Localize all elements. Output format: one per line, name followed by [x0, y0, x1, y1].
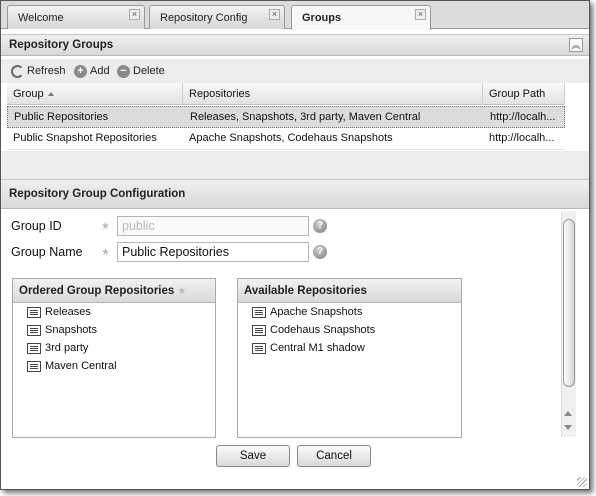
help-icon[interactable]: ? — [313, 219, 327, 233]
resize-grip-icon[interactable] — [577, 477, 587, 487]
collapse-icon[interactable]: ︽ — [569, 38, 583, 52]
list-item[interactable]: Central M1 shadow — [238, 339, 461, 357]
refresh-label: Refresh — [27, 65, 66, 77]
repository-icon — [27, 324, 41, 336]
column-label: Repositories — [189, 88, 251, 100]
grid-header: Group Repositories Group Path — [7, 83, 565, 105]
required-star-icon: ★ — [101, 247, 110, 258]
repository-icon — [27, 306, 41, 318]
group-name-input[interactable]: Public Repositories — [117, 242, 309, 262]
repository-groups-header: Repository Groups ︽ — [1, 34, 589, 56]
repository-icon — [252, 324, 266, 336]
group-name-label: Group Name — [11, 245, 83, 259]
groups-toolbar: Refresh + Add − Delete — [1, 59, 589, 83]
tab-label: Welcome — [18, 12, 64, 24]
list-item[interactable]: Codehaus Snapshots — [238, 321, 461, 339]
repository-icon — [252, 342, 266, 354]
cell-repositories: Apache Snapshots, Codehaus Snapshots — [189, 132, 393, 144]
repository-icon — [27, 360, 41, 372]
help-icon[interactable]: ? — [313, 245, 327, 259]
ordered-group-repositories[interactable]: Ordered Group Repositories ★ Releases Sna… — [12, 278, 216, 438]
panel-title: Repository Groups — [9, 39, 114, 51]
delete-icon: − — [117, 64, 130, 78]
tab-label: Groups — [302, 12, 342, 24]
delete-button[interactable]: − Delete — [117, 63, 165, 79]
vertical-scrollbar[interactable] — [561, 211, 576, 437]
available-repositories[interactable]: Available Repositories Apache Snapshots … — [237, 278, 462, 438]
list-item[interactable]: Releases — [13, 303, 215, 321]
list-item[interactable]: Snapshots — [13, 321, 215, 339]
available-list-header: Available Repositories — [238, 279, 461, 303]
cell-group: Public Repositories — [14, 111, 109, 123]
tab-label: Repository Config — [160, 12, 248, 24]
cell-group-path: http://localh... — [489, 132, 555, 144]
add-button[interactable]: + Add — [74, 63, 110, 79]
cell-group: Public Snapshot Repositories — [13, 132, 157, 144]
item-label: Snapshots — [45, 324, 97, 336]
add-label: Add — [90, 65, 110, 77]
group-id-input[interactable]: public — [117, 216, 309, 236]
tab-groups[interactable]: Groups × — [291, 5, 431, 30]
cell-repositories: Releases, Snapshots, 3rd party, Maven Ce… — [190, 111, 421, 123]
tab-welcome[interactable]: Welcome × — [7, 5, 145, 29]
close-icon[interactable]: × — [269, 9, 280, 20]
required-star-icon: ★ — [101, 221, 110, 232]
delete-label: Delete — [133, 65, 165, 77]
cancel-button[interactable]: Cancel — [297, 445, 371, 467]
refresh-icon — [11, 64, 24, 78]
refresh-button[interactable]: Refresh — [11, 63, 66, 79]
item-label: Releases — [45, 306, 91, 318]
tab-bar: Welcome × Repository Config × Groups × — [1, 1, 589, 30]
scroll-up-icon[interactable] — [564, 411, 572, 416]
close-icon[interactable]: × — [129, 9, 140, 20]
item-label: Codehaus Snapshots — [270, 324, 376, 336]
repository-icon — [252, 306, 266, 318]
group-config-header: Repository Group Configuration — [1, 179, 589, 209]
list-item[interactable]: Apache Snapshots — [238, 303, 461, 321]
grid-spacer — [1, 151, 589, 179]
table-row[interactable]: Public Repositories Releases, Snapshots,… — [7, 106, 565, 128]
sort-ascending-icon — [47, 92, 54, 97]
list-item[interactable]: Maven Central — [13, 357, 215, 375]
item-label: 3rd party — [45, 342, 89, 354]
item-label: Maven Central — [45, 360, 117, 372]
close-icon[interactable]: × — [415, 9, 426, 20]
column-header-repositories[interactable]: Repositories — [183, 83, 483, 105]
scrollbar-thumb[interactable] — [563, 219, 575, 387]
item-label: Central M1 shadow — [270, 342, 365, 354]
item-label: Apache Snapshots — [270, 306, 363, 318]
required-star-icon: ★ — [177, 286, 187, 297]
add-icon: + — [74, 64, 87, 78]
list-item[interactable]: 3rd party — [13, 339, 215, 357]
table-row[interactable]: Public Snapshot Repositories Apache Snap… — [7, 128, 565, 150]
panel-title: Repository Group Configuration — [9, 188, 186, 200]
groups-grid: Group Repositories Group Path Public Rep… — [7, 83, 565, 151]
column-label: Group Path — [489, 88, 546, 100]
repository-icon — [27, 342, 41, 354]
column-header-group-path[interactable]: Group Path — [483, 83, 565, 105]
app-window: Welcome × Repository Config × Groups × R… — [0, 0, 590, 490]
column-label: Group — [13, 88, 44, 100]
scroll-down-icon[interactable] — [564, 425, 572, 430]
column-header-group[interactable]: Group — [7, 83, 183, 105]
cell-group-path: http://localh... — [490, 111, 556, 123]
save-button[interactable]: Save — [216, 445, 290, 467]
tab-repository-config[interactable]: Repository Config × — [149, 5, 285, 29]
group-id-label: Group ID — [11, 219, 62, 233]
ordered-list-header: Ordered Group Repositories ★ — [13, 279, 215, 303]
list-title: Ordered Group Repositories — [19, 285, 175, 297]
